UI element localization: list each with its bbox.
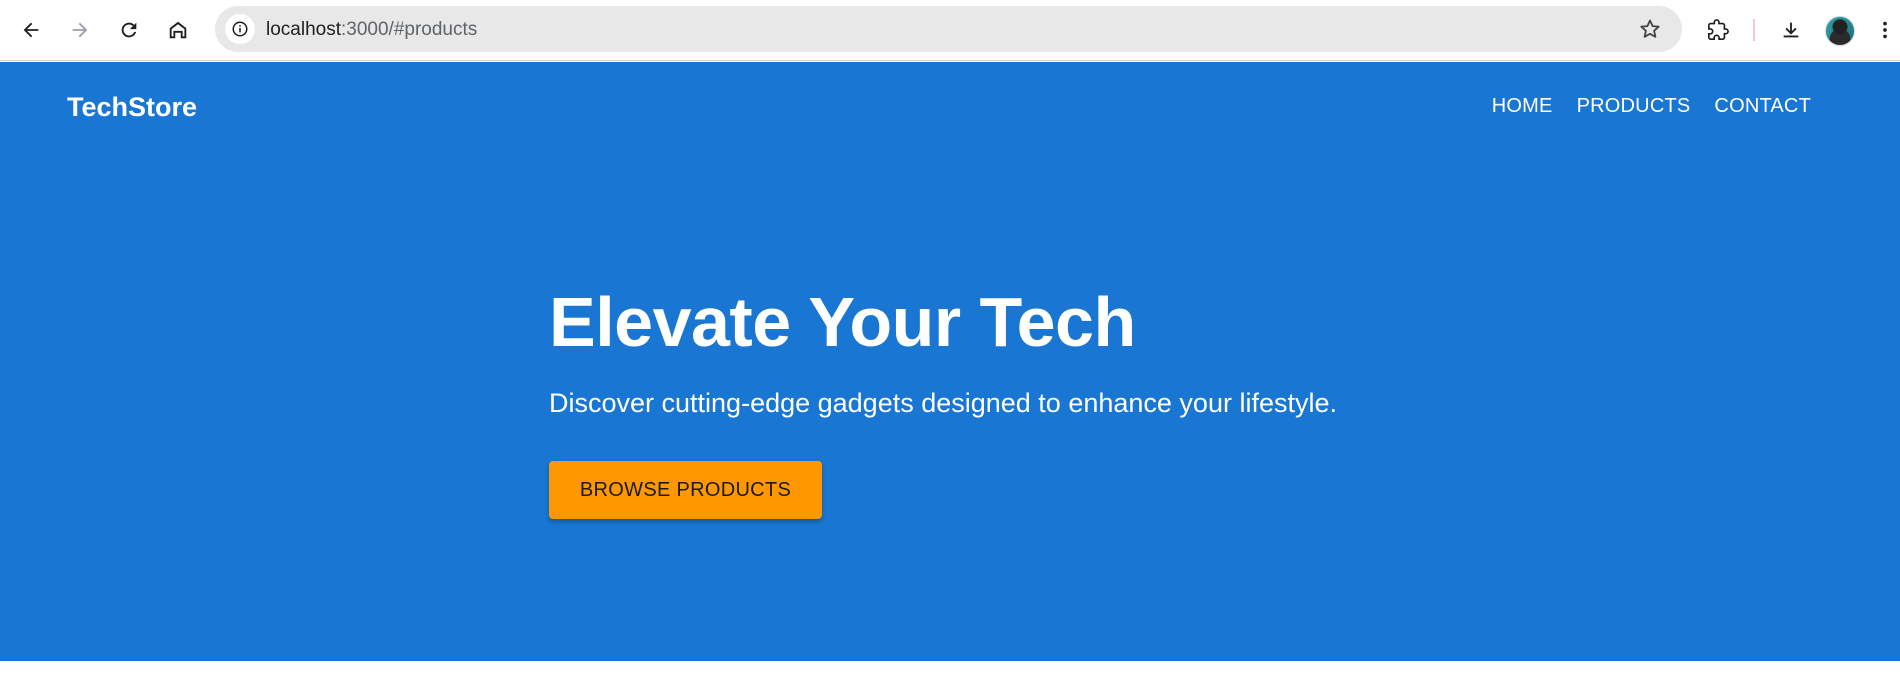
address-bar[interactable]: localhost:3000/#products <box>215 6 1682 52</box>
forward-button[interactable] <box>63 13 97 47</box>
main-nav: HOME PRODUCTS CONTACT <box>1480 95 1823 118</box>
browse-products-button[interactable]: BROWSE PRODUCTS <box>549 461 822 519</box>
url-path: :3000/#products <box>341 19 478 40</box>
toolbar-divider <box>1753 19 1755 41</box>
nav-contact[interactable]: CONTACT <box>1702 95 1823 118</box>
hero-subtitle: Discover cutting-edge gadgets designed t… <box>549 388 1337 418</box>
downloads-button[interactable] <box>1774 13 1808 47</box>
star-icon[interactable] <box>1638 17 1662 41</box>
back-button[interactable] <box>14 13 48 47</box>
puzzle-icon <box>1708 19 1729 40</box>
site-logo[interactable]: TechStore <box>67 92 197 123</box>
hero: Elevate Your Tech Discover cutting-edge … <box>549 282 1337 519</box>
arrow-left-icon <box>23 22 39 38</box>
home-button[interactable] <box>161 13 195 47</box>
home-icon <box>169 21 187 39</box>
nav-products[interactable]: PRODUCTS <box>1565 95 1703 118</box>
nav-home[interactable]: HOME <box>1480 95 1565 118</box>
arrow-right-icon <box>72 22 88 38</box>
kebab-menu-icon <box>1883 21 1887 39</box>
page-bottom-strip <box>0 661 1900 676</box>
extensions-button[interactable] <box>1701 13 1735 47</box>
url-text[interactable]: localhost:3000/#products <box>266 19 477 41</box>
url-host: localhost <box>266 19 341 40</box>
avatar[interactable] <box>1825 16 1855 46</box>
browser-menu-button[interactable] <box>1873 13 1897 47</box>
reload-icon <box>121 22 137 38</box>
info-icon <box>232 21 248 37</box>
hero-title: Elevate Your Tech <box>549 283 1136 361</box>
browser-toolbar: localhost:3000/#products <box>0 0 1900 61</box>
site-info-button[interactable] <box>225 14 255 44</box>
download-icon <box>1783 22 1799 38</box>
page-hero-section: TechStore HOME PRODUCTS CONTACT Elevate … <box>0 62 1900 662</box>
reload-button[interactable] <box>112 13 146 47</box>
